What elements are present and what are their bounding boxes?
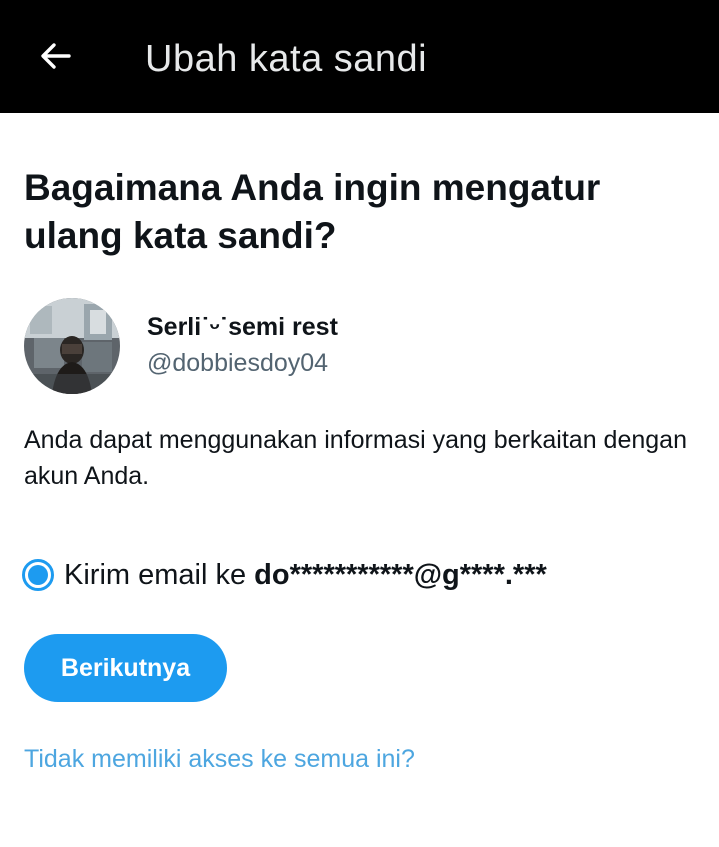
radio-dot xyxy=(28,565,48,585)
top-app-bar: Ubah kata sandi xyxy=(0,0,719,113)
account-display-name: Serli˙ᵕ˙semi rest xyxy=(147,313,338,341)
next-button[interactable]: Berikutnya xyxy=(24,634,227,702)
info-text: Anda dapat menggunakan informasi yang be… xyxy=(24,426,687,490)
radio-selected-icon[interactable] xyxy=(22,559,54,591)
email-option-label: Kirim email ke do***********@g****.*** xyxy=(64,555,547,595)
email-option-prefix: Kirim email ke xyxy=(64,559,247,591)
no-access-link[interactable]: Tidak memiliki akses ke semua ini? xyxy=(24,743,415,775)
arrow-left-icon xyxy=(41,43,71,69)
reset-heading: Bagaimana Anda ingin mengatur ulang kata… xyxy=(24,167,601,256)
masked-email: do***********@g****.*** xyxy=(254,559,547,591)
account-handle: @dobbiesdoy04 xyxy=(147,349,329,377)
user-avatar xyxy=(24,298,120,394)
back-button[interactable] xyxy=(28,28,84,84)
page-title: Ubah kata sandi xyxy=(145,38,428,80)
email-option[interactable]: Kirim email ke do***********@g****.*** xyxy=(22,555,547,595)
